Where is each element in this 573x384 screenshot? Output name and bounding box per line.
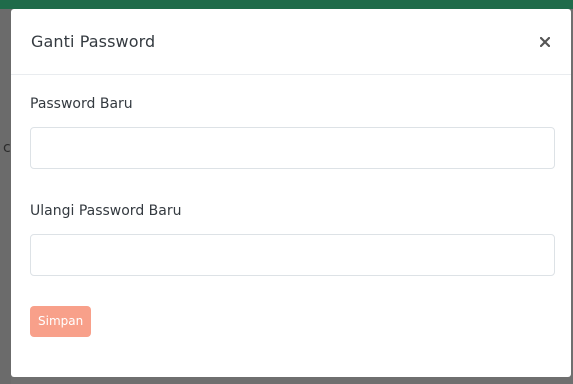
close-icon	[540, 36, 550, 47]
repeat-password-group: Ulangi Password Baru	[30, 202, 555, 276]
page-header-strip	[0, 0, 573, 9]
background-page-text: c	[3, 140, 11, 156]
repeat-password-input[interactable]	[30, 234, 555, 276]
new-password-label: Password Baru	[30, 96, 133, 112]
page-left-edge	[0, 9, 11, 384]
close-button[interactable]	[537, 34, 553, 50]
modal-body: Password Baru Ulangi Password Baru Simpa…	[11, 75, 571, 337]
save-button[interactable]: Simpan	[30, 306, 92, 337]
modal-header: Ganti Password	[11, 9, 571, 75]
modal-title: Ganti Password	[31, 32, 156, 51]
new-password-input[interactable]	[30, 127, 555, 169]
change-password-modal: Ganti Password Password Baru Ulangi Pass…	[11, 9, 571, 377]
new-password-group: Password Baru	[30, 95, 555, 169]
repeat-password-label: Ulangi Password Baru	[30, 203, 182, 219]
